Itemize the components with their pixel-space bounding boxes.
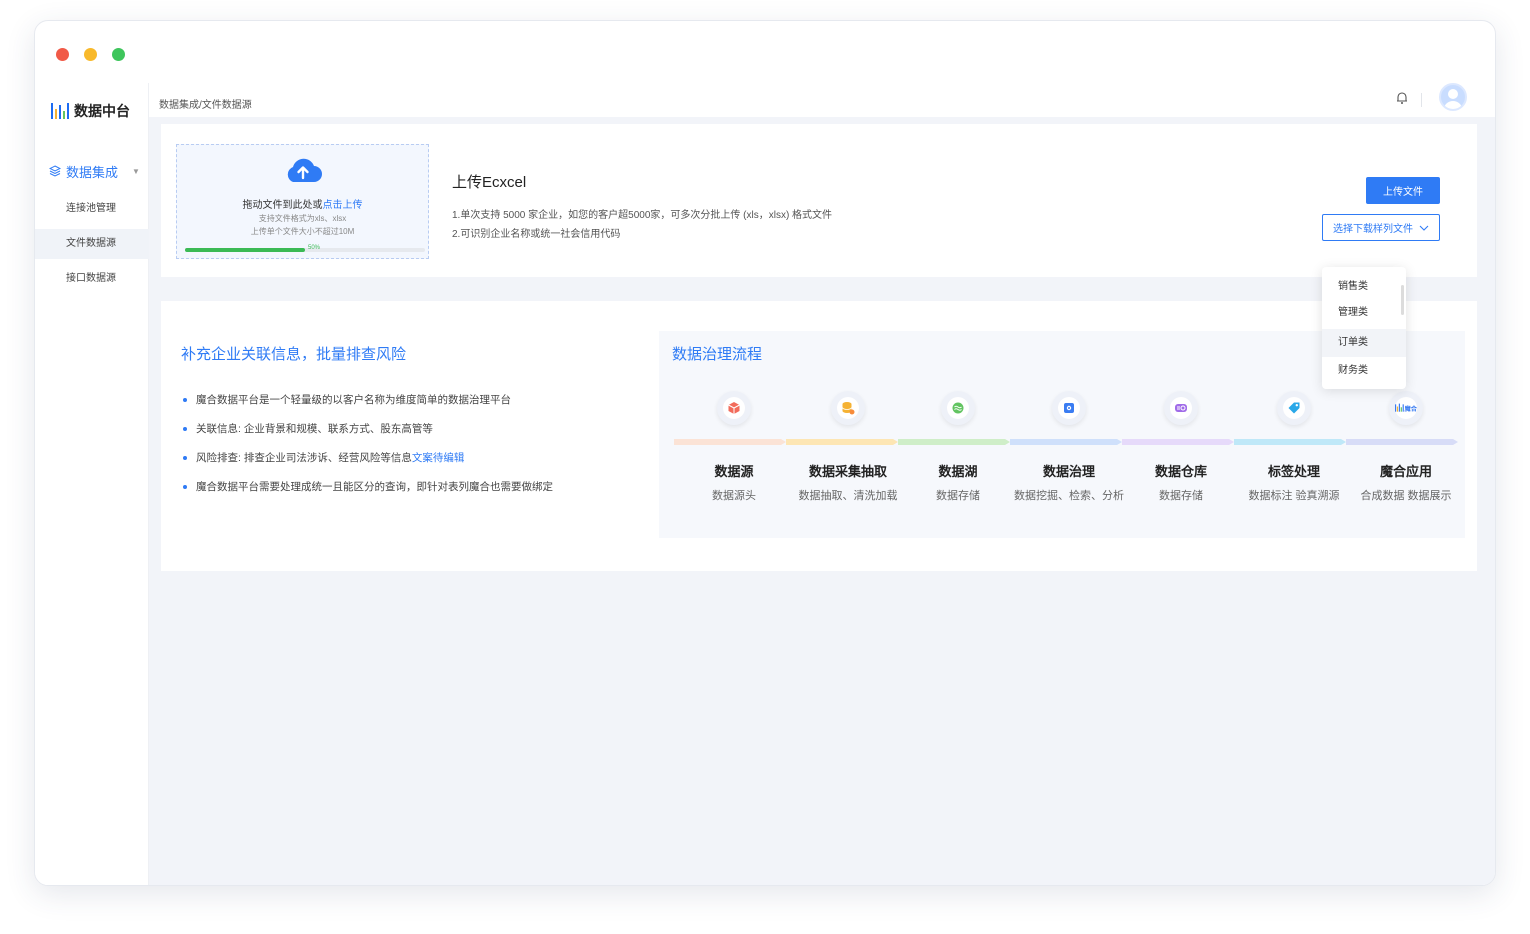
- logo-text: 数据中台: [74, 103, 130, 119]
- flow-stage-band: [898, 439, 1010, 445]
- flow-stage-icon: [1277, 391, 1311, 425]
- cube-icon: [723, 397, 745, 419]
- avatar[interactable]: [1439, 83, 1467, 111]
- list-item: 魔合数据平台是一个轻量级的以客户名称为维度简单的数据治理平台: [183, 385, 553, 414]
- info-bullet-list: 魔合数据平台是一个轻量级的以客户名称为维度简单的数据治理平台 关联信息: 企业背…: [183, 385, 553, 501]
- flow-stage-band: [1234, 439, 1346, 445]
- flow-stage-subtitle: 数据存储: [1159, 490, 1203, 502]
- select-sample-file-dropdown[interactable]: 选择下载样列文件: [1322, 214, 1440, 241]
- menu-group-data-integration: 数据集成 ▼ 连接池管理 文件数据源 接口数据源: [35, 163, 149, 294]
- list-item: 关联信息: 企业背景和规模、联系方式、股东高管等: [183, 414, 553, 443]
- flow-stage-band: [786, 439, 898, 445]
- upload-instruction-2: 2.可识别企业名称或统一社会信用代码: [452, 229, 621, 240]
- divider: [1421, 93, 1422, 107]
- mohe-logo-icon: 魔合: [1395, 397, 1417, 419]
- close-window-button[interactable]: [56, 48, 69, 61]
- layers-icon: [49, 165, 61, 177]
- bullet-dot: [183, 484, 187, 489]
- progress-label: 50%: [308, 245, 321, 251]
- select-sample-label: 选择下载样列文件: [1333, 224, 1413, 235]
- sidebar: 数据中台 数据集成 ▼ 连接池管理 文件数据源 接口数据源: [35, 83, 149, 885]
- size-hint: 上传单个文件大小不超过10M: [250, 227, 355, 236]
- info-card: 补充企业关联信息，批量排查风险 魔合数据平台是一个轻量级的以客户名称为维度简单的…: [161, 301, 1477, 571]
- sidebar-item-connection-pool[interactable]: 连接池管理: [35, 194, 149, 224]
- chevron-down-icon: [1419, 225, 1429, 231]
- menu-group-label: 数据集成: [66, 164, 119, 180]
- flow-stage-title: 魔合应用: [1379, 464, 1432, 479]
- flow-stage-icon: [1164, 391, 1198, 425]
- sidebar-item-file-datasource[interactable]: 文件数据源: [35, 229, 149, 259]
- dropdown-option-sales[interactable]: 销售类: [1322, 273, 1406, 301]
- click-upload-link[interactable]: 点击上传: [323, 200, 363, 211]
- flow-stage-icon: [941, 391, 975, 425]
- flow-stage-icon: 魔合: [1389, 391, 1423, 425]
- progress-fill: [185, 248, 305, 252]
- list-item: 魔合数据平台需要处理成统一且能区分的查询，即针对表列魔合也需要做绑定: [183, 472, 553, 501]
- upload-card: 拖动文件到此处或点击上传 支持文件格式为xls、xlsx 上传单个文件大小不超过…: [161, 124, 1477, 277]
- dropdown-option-management[interactable]: 管理类: [1322, 299, 1406, 327]
- dropdown-scrollbar[interactable]: [1401, 285, 1404, 315]
- sidebar-item-api-datasource[interactable]: 接口数据源: [35, 264, 149, 294]
- gear-icon: [1058, 397, 1080, 419]
- maximize-window-button[interactable]: [112, 48, 125, 61]
- flow-stage-icon: [831, 391, 865, 425]
- bell-icon[interactable]: [1395, 91, 1409, 105]
- dropdown-option-orders[interactable]: 订单类: [1322, 329, 1406, 357]
- upload-instruction-1: 1.单次支持 5000 家企业，如您的客户超5000家，可多次分批上传 (xls…: [452, 210, 833, 221]
- flow-stage-subtitle: 合成数据 数据展示: [1360, 490, 1452, 502]
- top-bar: 数据集成/文件数据源: [149, 83, 1495, 117]
- cloud-upload-icon: [287, 158, 322, 182]
- flow-stage-subtitle: 数据源头: [712, 490, 756, 502]
- flow-stage-subtitle: 数据抽取、清洗加载: [798, 490, 898, 502]
- flow-stage-band: [1122, 439, 1234, 445]
- svg-text:魔合: 魔合: [1404, 405, 1417, 413]
- sample-file-dropdown-menu: 销售类 管理类 订单类 财务类: [1322, 267, 1406, 389]
- format-hint: 支持文件格式为xls、xlsx: [258, 214, 347, 223]
- flow-stage-subtitle: 数据存储: [936, 490, 980, 502]
- breadcrumb: 数据集成/文件数据源: [159, 100, 252, 111]
- info-title: 补充企业关联信息，批量排查风险: [181, 346, 407, 363]
- bullet-dot: [183, 455, 187, 460]
- window-controls: [56, 48, 125, 61]
- edit-copy-link[interactable]: 文案待编辑: [412, 450, 465, 465]
- file-dropzone[interactable]: 拖动文件到此处或点击上传 支持文件格式为xls、xlsx 上传单个文件大小不超过…: [176, 144, 429, 259]
- main-content: 数据集成/文件数据源 拖动文件到此处或点击上传 支持文件格式为xls、xlsx …: [149, 83, 1495, 885]
- dropdown-option-finance[interactable]: 财务类: [1322, 357, 1406, 385]
- flow-stage-band: [1010, 439, 1122, 445]
- upload-title: 上传Ecxcel: [452, 174, 527, 191]
- chevron-down-icon: ▼: [132, 166, 140, 176]
- upload-progress-bar: 50%: [185, 245, 425, 252]
- flow-stage-band: [1346, 439, 1458, 445]
- flow-stage-subtitle: 数据挖掘、检索、分析: [1014, 490, 1124, 502]
- bullet-dot: [183, 397, 187, 402]
- warehouse-icon: [1170, 397, 1192, 419]
- flow-stage-icon: [1052, 391, 1086, 425]
- flow-stage-icon: [717, 391, 751, 425]
- logo-bars-icon: [51, 103, 69, 119]
- upload-file-button[interactable]: 上传文件: [1366, 177, 1440, 204]
- minimize-window-button[interactable]: [84, 48, 97, 61]
- flow-stage-band: [674, 439, 786, 445]
- bullet-dot: [183, 426, 187, 431]
- app-logo[interactable]: 数据中台: [51, 101, 130, 121]
- tag-icon: [1283, 397, 1305, 419]
- flow-title: 数据治理流程: [672, 346, 763, 363]
- database-coin-icon: [837, 397, 859, 419]
- menu-group-header[interactable]: 数据集成 ▼: [35, 163, 149, 180]
- drop-text: 拖动文件到此处或点击上传: [242, 200, 363, 211]
- app-window: 数据中台 数据集成 ▼ 连接池管理 文件数据源 接口数据源 数据集成/文件数据源: [34, 20, 1496, 886]
- flow-stage-subtitle: 数据标注 验真溯源: [1248, 490, 1340, 502]
- list-item: 风险排查: 排查企业司法涉诉、经营风险等信息 文案待编辑: [183, 443, 553, 472]
- lake-icon: [947, 397, 969, 419]
